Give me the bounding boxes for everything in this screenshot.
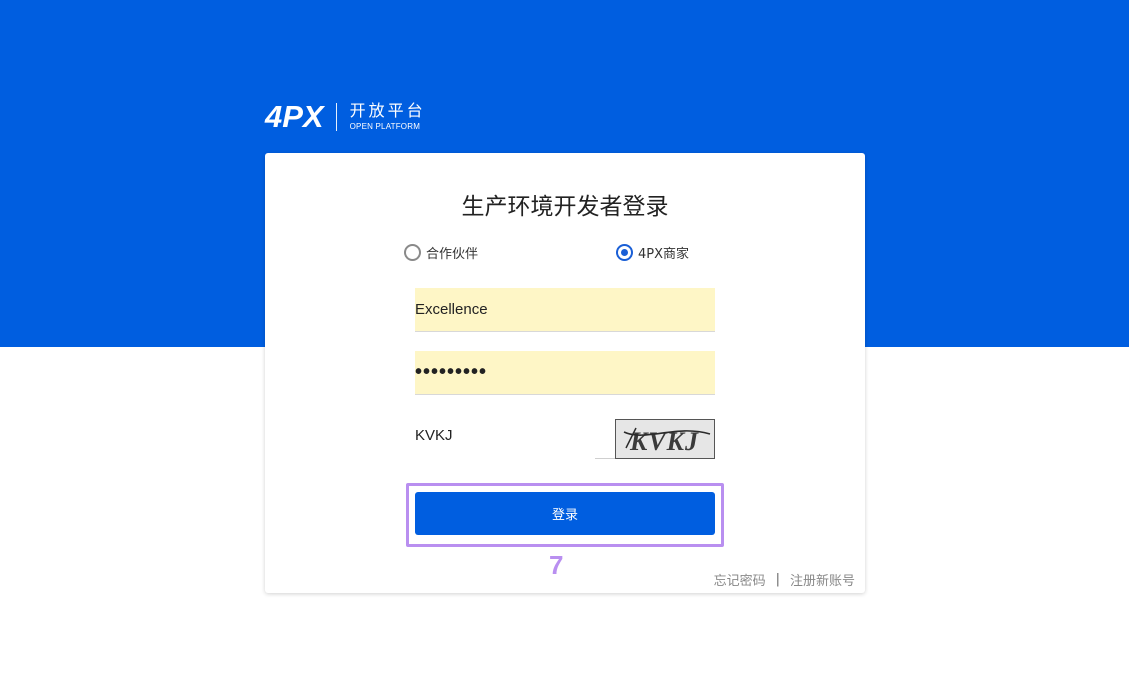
role-label-merchant: 4PX商家: [638, 247, 690, 262]
password-input[interactable]: •••••••••: [415, 351, 715, 395]
captcha-underline: [595, 458, 615, 459]
highlight-box: [406, 483, 724, 547]
captcha-input[interactable]: KVKJ: [415, 427, 453, 444]
password-mask: •••••••••: [415, 361, 488, 383]
page-title: 生产环境开发者登录: [461, 194, 669, 220]
step-marker: 7: [549, 550, 564, 580]
register-link[interactable]: 注册新账号: [790, 570, 855, 589]
captcha-graphic: KVKJ: [616, 420, 714, 458]
forgot-password-link[interactable]: 忘记密码: [714, 570, 766, 589]
role-radio-merchant[interactable]: 4PX商家: [616, 243, 689, 262]
links-separator: |: [775, 572, 780, 587]
logo-mark: 4PX: [265, 99, 324, 134]
brand-logo: 4PX 开放平台 OPEN PLATFORM: [265, 100, 426, 134]
logo-english-name: OPEN PLATFORM: [349, 122, 421, 131]
logo-divider: [335, 103, 337, 131]
logo-text: 开放平台 OPEN PLATFORM: [350, 102, 426, 132]
radio-unchecked-icon[interactable]: [404, 244, 421, 261]
captcha-image[interactable]: KVKJ: [615, 419, 715, 459]
account-links: 忘记密码 | 注册新账号: [714, 570, 855, 589]
radio-checked-icon[interactable]: [616, 244, 633, 261]
logo-chinese-name: 开放平台: [349, 101, 426, 120]
role-radio-partner[interactable]: 合作伙伴: [404, 243, 478, 262]
username-input[interactable]: [415, 288, 715, 332]
role-label-partner: 合作伙伴: [426, 247, 479, 262]
